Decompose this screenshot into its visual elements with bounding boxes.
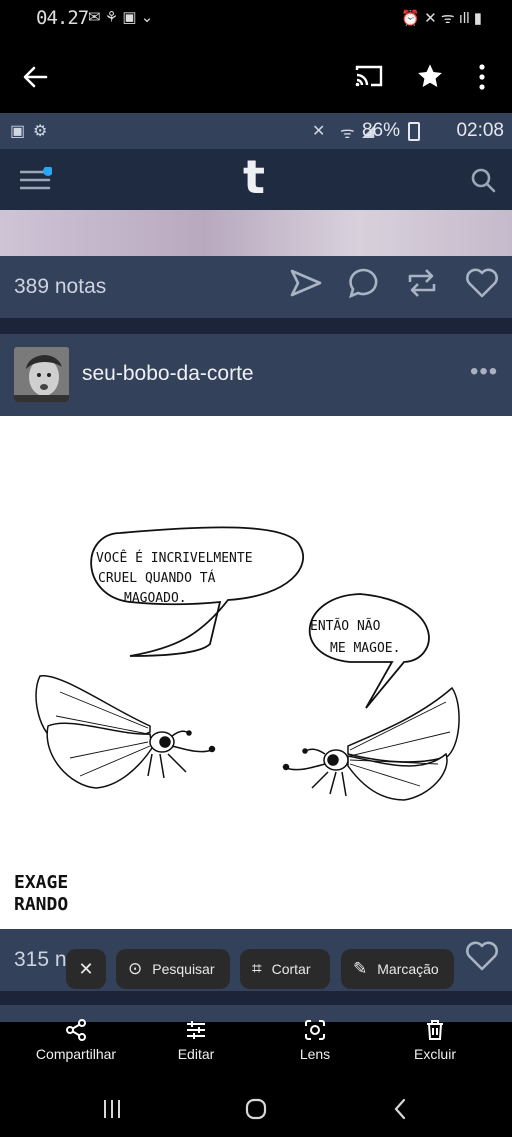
bubble-left-line-3: MAGOADO. [124, 591, 187, 606]
viewer-app-bar [0, 38, 512, 114]
lens-search-icon: ⊙ [128, 959, 143, 978]
markup-chip-button[interactable]: ✎ Marcação [341, 949, 454, 989]
bubble-left-line-1: VOCÊ É INCRIVELMENTE [96, 550, 253, 566]
inner-status-time: 02:08 [456, 120, 504, 141]
previous-post-image [0, 210, 512, 256]
markup-icon: ✎ [353, 959, 368, 978]
menu-icon[interactable] [20, 167, 52, 193]
notification-icons: ✉ ⚘ ▣ ⌄ [88, 9, 154, 26]
lens-icon [305, 1020, 325, 1040]
gallery-icon: ▣ [10, 123, 26, 140]
lens-button[interactable]: Lens [260, 1018, 370, 1062]
post-separator-2 [0, 991, 512, 1005]
notes-count-2[interactable]: 315 n [14, 948, 67, 972]
comic-drawing: VOCÊ É INCRIVELMENTE CRUEL QUANDO TÁ MAG… [14, 526, 460, 915]
crop-icon: ⌗ [252, 959, 262, 978]
notes-count[interactable]: 389 notas [14, 275, 106, 299]
delete-button[interactable]: Excluir [380, 1018, 490, 1062]
share-button[interactable]: Compartilhar [21, 1018, 131, 1062]
more-vertical-icon[interactable] [477, 63, 487, 91]
post-separator [0, 318, 512, 334]
status-time: 04.27 [36, 7, 89, 29]
battery-icon [408, 122, 420, 141]
signature-line-2: RANDO [14, 894, 68, 915]
post-options-icon[interactable]: ••• [470, 358, 498, 386]
settings-icon: ⚙ [33, 123, 48, 140]
delete-label: Excluir [413, 1046, 456, 1062]
reblog-icon[interactable] [405, 268, 439, 298]
edit-button[interactable]: Editar [141, 1018, 251, 1062]
back-icon[interactable] [392, 1097, 408, 1121]
blog-name[interactable]: seu-bobo-da-corte [82, 362, 254, 386]
battery-percent: 86% [361, 120, 400, 141]
like-heart-icon[interactable] [465, 267, 499, 299]
close-icon: ✕ [78, 958, 94, 979]
blog-avatar[interactable] [14, 347, 69, 402]
bubble-right-line-1: ENTÃO NÃO [310, 618, 381, 634]
search-icon[interactable] [470, 167, 496, 193]
search-chip-label: Pesquisar [152, 961, 215, 977]
moth-right [282, 686, 460, 801]
signature-line-1: EXAGE [14, 872, 68, 893]
home-icon[interactable] [244, 1097, 268, 1121]
back-arrow-icon[interactable] [22, 64, 48, 90]
reply-icon[interactable] [347, 266, 381, 300]
edit-label: Editar [177, 1046, 215, 1062]
comic-image: VOCÊ É INCRIVELMENTE CRUEL QUANDO TÁ MAG… [0, 416, 512, 929]
sliders-icon [187, 1021, 205, 1039]
wifi-icon: ᯤ [340, 125, 355, 142]
share-label: Compartilhar [35, 1046, 117, 1062]
mute-icon: ✕ [312, 123, 326, 140]
device-status-bar: 04.27 ✉ ⚘ ▣ ⌄ ⏰ ✕ ᯤ ıll ▮ [0, 0, 512, 38]
share-icon [66, 1019, 86, 1041]
cast-icon[interactable] [354, 63, 384, 89]
lens-label: Lens [299, 1046, 331, 1062]
star-icon[interactable] [416, 62, 444, 90]
system-status-icons: ⏰ ✕ ᯤ ıll ▮ [401, 10, 482, 27]
share-send-icon[interactable] [289, 266, 323, 300]
search-chip-button[interactable]: ⊙ Pesquisar [116, 949, 230, 989]
markup-chip-label: Marcação [377, 961, 439, 977]
like-heart-icon-2[interactable] [465, 940, 499, 972]
post-header [0, 334, 512, 416]
recent-apps-icon[interactable] [101, 1098, 123, 1120]
close-chip-button[interactable]: ✕ [66, 949, 106, 989]
bubble-left-line-2: CRUEL QUANDO TÁ [98, 570, 216, 586]
system-navigation-bar [0, 1080, 512, 1137]
bubble-right-line-2: ME MAGOE. [330, 641, 400, 656]
crop-chip-label: Cortar [271, 961, 311, 977]
screenshot-status-bar: ▣ ⚙ ✕ ᯤ ◢ 86% 02:08 [0, 113, 512, 149]
speech-bubble-left [90, 526, 305, 657]
trash-icon [427, 1020, 443, 1040]
crop-chip-button[interactable]: ⌗ Cortar [240, 949, 330, 989]
tumblr-logo[interactable]: t [243, 150, 265, 204]
moth-left [35, 675, 216, 789]
